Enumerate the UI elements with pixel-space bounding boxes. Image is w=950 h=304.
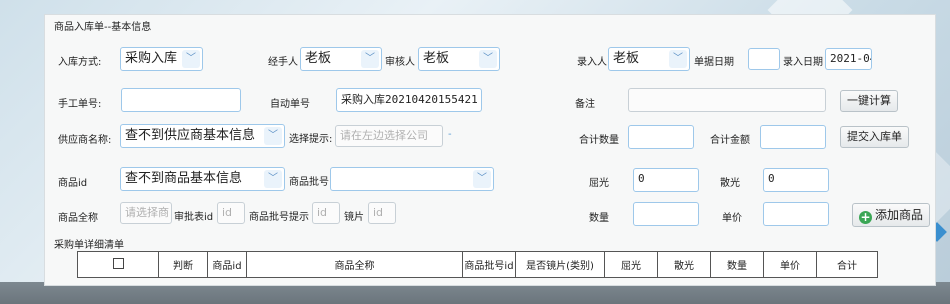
chevron-down-icon: ﹀	[264, 127, 282, 145]
select-hint-label: 选择提示:	[289, 134, 333, 145]
qty-label: 数量	[589, 213, 609, 224]
manual-no-input[interactable]	[121, 88, 241, 112]
entry-person-select[interactable]: 老板 ﹀	[608, 47, 690, 71]
product-id-value: 查不到商品基本信息	[125, 171, 243, 186]
chevron-down-icon: ﹀	[669, 50, 687, 68]
select-hint-input[interactable]: 请在左边选择公司	[335, 125, 443, 147]
handler-label: 经手人	[268, 57, 298, 68]
reviewer-select[interactable]: 老板 ﹀	[418, 47, 500, 71]
product-fullname-label: 商品全称	[58, 213, 98, 224]
select-all-header[interactable]	[77, 251, 159, 278]
total-qty-input[interactable]	[628, 125, 694, 149]
cyl-label: 散光	[720, 178, 740, 189]
entry-date-label: 录入日期	[783, 57, 823, 68]
entry-person-value: 老板	[613, 51, 640, 66]
chevron-down-icon: ﹀	[264, 170, 282, 188]
chevron-down-icon: ﹀	[182, 50, 200, 68]
column-header: 判断	[158, 251, 208, 278]
remark-input[interactable]	[628, 88, 826, 112]
column-header: 合计	[816, 251, 878, 278]
lens-placeholder: id	[373, 206, 384, 219]
plus-circle-icon: +	[859, 210, 872, 224]
supplier-label: 供应商名称:	[58, 135, 112, 146]
add-product-label: 添加商品	[875, 208, 924, 222]
entry-method-value: 采购入库	[125, 51, 178, 66]
supplier-value: 查不到供应商基本信息	[125, 128, 256, 143]
batch-no-label: 商品批号	[289, 177, 329, 188]
chevron-down-icon: ﹀	[473, 170, 491, 188]
batch-hint-placeholder: id	[317, 206, 328, 219]
lens-label: 镜片	[344, 212, 364, 223]
column-header: 单价	[763, 251, 817, 278]
manual-no-label: 手工单号:	[58, 99, 102, 110]
total-qty-label: 合计数量	[579, 135, 619, 146]
qty-input[interactable]	[633, 202, 699, 226]
supplier-select[interactable]: 查不到供应商基本信息 ﹀	[120, 124, 285, 148]
batch-hint-input[interactable]: id	[312, 202, 340, 224]
sph-label: 屈光	[589, 178, 609, 189]
entry-method-select[interactable]: 采购入库 ﹀	[120, 47, 203, 71]
doc-date-input[interactable]	[748, 48, 780, 70]
product-id-select[interactable]: 查不到商品基本信息 ﹀	[120, 167, 285, 191]
product-id-label: 商品id	[58, 178, 88, 189]
add-product-button[interactable]: + 添加商品	[852, 203, 931, 227]
total-amount-label: 合计金额	[710, 135, 750, 146]
batch-no-select[interactable]: ﹀	[330, 167, 494, 191]
column-header: 是否镜片(类别)	[515, 251, 605, 278]
approval-id-input[interactable]: id	[217, 202, 245, 224]
product-fullname-input[interactable]: 请选择商	[120, 202, 172, 224]
select-all-checkbox[interactable]	[112, 257, 124, 269]
entry-person-label: 录入人	[577, 57, 607, 68]
form-title: 商品入库单--基本信息	[54, 22, 152, 33]
remark-label: 备注	[575, 99, 595, 110]
product-fullname-placeholder: 请选择商	[125, 206, 169, 219]
column-header: 数量	[710, 251, 764, 278]
column-header: 屈光	[604, 251, 658, 278]
approval-id-placeholder: id	[222, 206, 233, 219]
column-header: 散光	[657, 251, 711, 278]
doc-date-label: 单据日期	[694, 57, 734, 68]
sph-input[interactable]: 0	[633, 168, 699, 192]
column-header: 商品id	[207, 251, 247, 278]
select-hint-placeholder: 请在左边选择公司	[340, 129, 428, 142]
column-header: 商品全称	[246, 251, 463, 278]
handler-value: 老板	[305, 51, 332, 66]
entry-date-input[interactable]: 2021-04	[825, 48, 872, 70]
auto-no-input[interactable]: 采购入库20210420155421	[336, 88, 482, 112]
calc-button[interactable]: 一键计算	[840, 90, 898, 112]
price-input[interactable]	[763, 202, 829, 226]
batch-hint-label: 商品批号提示	[249, 212, 309, 223]
auto-no-label: 自动单号	[270, 99, 310, 110]
chevron-down-icon: ﹀	[361, 50, 379, 68]
reviewer-value: 老板	[423, 51, 450, 66]
submit-button[interactable]: 提交入库单	[840, 126, 909, 148]
table-header-row: 判断 商品id 商品全称 商品批号id 是否镜片(类别) 屈光 散光 数量 单价…	[77, 251, 878, 278]
handler-select[interactable]: 老板 ﹀	[300, 47, 382, 71]
column-header: 商品批号id	[462, 251, 516, 278]
total-amount-input[interactable]	[760, 125, 826, 149]
detail-title: 采购单详细清单	[54, 240, 124, 251]
lens-input[interactable]: id	[368, 202, 396, 224]
price-label: 单价	[722, 213, 742, 224]
approval-id-label: 审批表id	[174, 212, 214, 223]
reviewer-label: 审核人	[385, 57, 415, 68]
detail-table: 判断 商品id 商品全称 商品批号id 是否镜片(类别) 屈光 散光 数量 单价…	[77, 251, 878, 278]
cyl-input[interactable]: 0	[763, 168, 829, 192]
entry-method-label: 入库方式:	[58, 57, 102, 68]
chevron-down-icon: ﹀	[479, 50, 497, 68]
select-hint-suffix: -	[448, 129, 452, 140]
